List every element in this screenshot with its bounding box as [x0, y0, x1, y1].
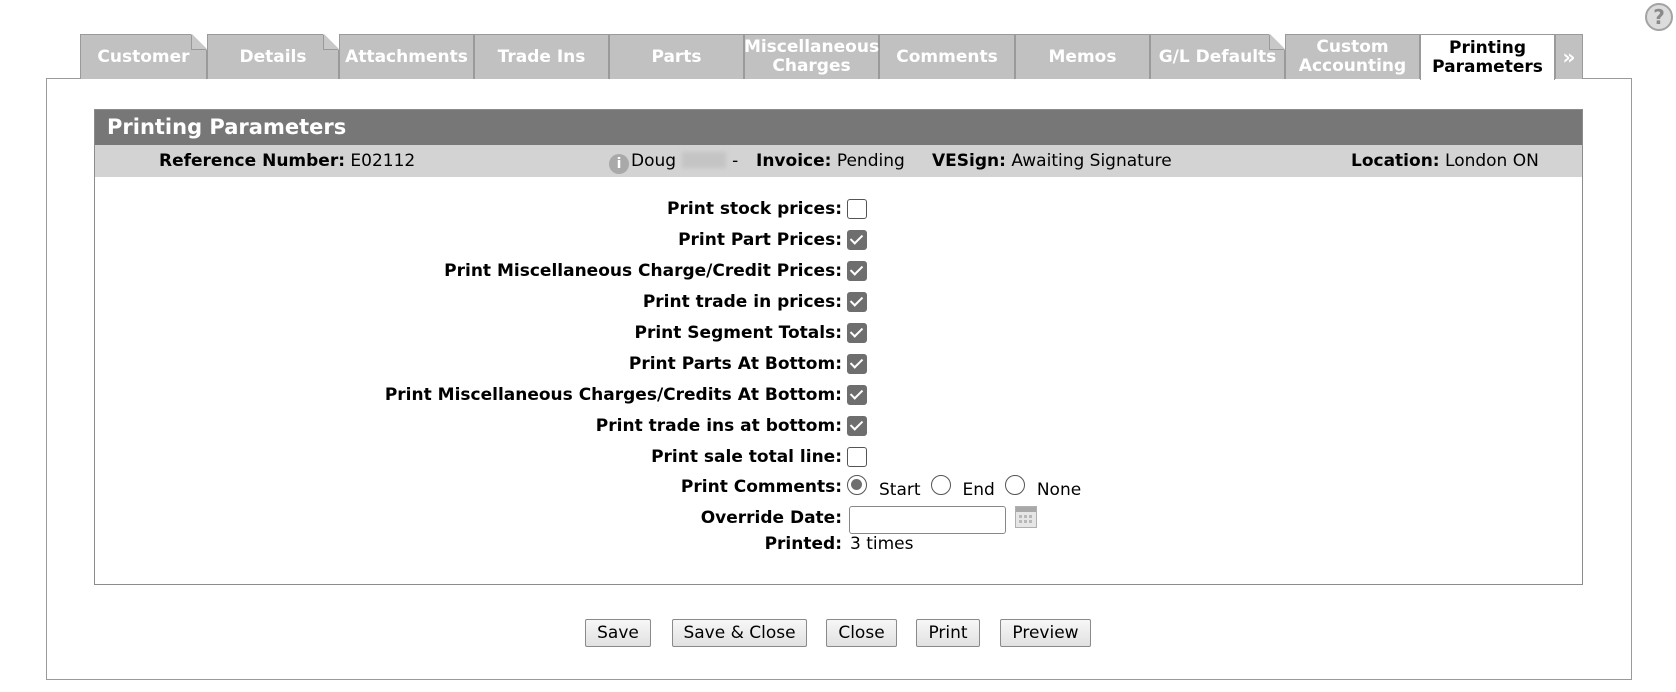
- vesign-value: Awaiting Signature: [1011, 151, 1172, 171]
- print-misc-prices-label: Print Miscellaneous Charge/Credit Prices…: [444, 261, 842, 281]
- row-print-misc-bottom: Print Miscellaneous Charges/Credits At B…: [95, 381, 1584, 412]
- location: Location: London ON: [1351, 145, 1539, 177]
- comments-none-radio[interactable]: [1004, 475, 1025, 495]
- print-trade-in-prices-label: Print trade in prices:: [642, 292, 842, 312]
- tab-label: Details: [239, 46, 307, 67]
- print-sale-total-label: Print sale total line:: [651, 447, 842, 467]
- print-comments-label: Print Comments:: [680, 477, 842, 497]
- fold-corner-icon: [323, 34, 339, 50]
- print-segment-totals-label: Print Segment Totals:: [634, 323, 842, 343]
- print-trade-ins-bottom-checkbox[interactable]: [847, 416, 867, 436]
- print-parts-bottom-label: Print Parts At Bottom:: [628, 354, 842, 374]
- print-misc-prices-checkbox[interactable]: [847, 261, 867, 281]
- printed-label: Printed:: [764, 534, 842, 554]
- help-icon[interactable]: ?: [1645, 3, 1673, 31]
- print-part-prices-label: Print Part Prices:: [678, 230, 842, 250]
- tab-label: Miscellaneous Charges: [743, 37, 880, 76]
- tab-label: Attachments: [345, 46, 468, 67]
- print-trade-in-prices-checkbox[interactable]: [847, 292, 867, 312]
- override-date-label: Override Date:: [700, 508, 842, 528]
- tab-label: Customer: [97, 46, 190, 67]
- tab-details[interactable]: Details: [207, 34, 339, 79]
- tab-trade-ins[interactable]: Trade Ins: [474, 34, 609, 79]
- row-print-sale-total: Print sale total line:: [95, 443, 1584, 474]
- preview-button[interactable]: Preview: [1000, 619, 1091, 647]
- reference-value: E02112: [350, 151, 416, 171]
- comments-end-radio[interactable]: [930, 475, 951, 495]
- row-print-misc-prices: Print Miscellaneous Charge/Credit Prices…: [95, 257, 1584, 288]
- print-sale-total-checkbox[interactable]: [847, 447, 867, 467]
- row-print-stock-prices: Print stock prices:: [95, 195, 1584, 226]
- tab-label: G/L Defaults: [1158, 46, 1277, 67]
- print-button[interactable]: Print: [916, 619, 980, 647]
- tab-label: Memos: [1048, 46, 1117, 67]
- comments-start-label: Start: [879, 480, 921, 500]
- tab-more-chevron-icon[interactable]: »: [1555, 34, 1583, 79]
- fold-corner-icon: [191, 34, 207, 50]
- tab-memos[interactable]: Memos: [1015, 34, 1150, 79]
- calendar-icon[interactable]: [1015, 506, 1037, 528]
- info-bar: Reference Number: E02112 i Doug - Invoice:…: [95, 145, 1582, 177]
- comments-none-label: None: [1036, 480, 1082, 500]
- info-icon[interactable]: i: [609, 154, 629, 174]
- print-misc-bottom-checkbox[interactable]: [847, 385, 867, 405]
- row-print-comments: Print Comments: Start End None: [95, 473, 1584, 504]
- location-label: Location:: [1351, 151, 1440, 171]
- row-print-part-prices: Print Part Prices:: [95, 226, 1584, 257]
- reference-label: Reference Number:: [159, 151, 346, 171]
- row-print-trade-ins-bottom: Print trade ins at bottom:: [95, 412, 1584, 443]
- vesign-status: VESign: Awaiting Signature: [932, 145, 1172, 177]
- vesign-label: VESign:: [932, 151, 1006, 171]
- row-print-parts-bottom: Print Parts At Bottom:: [95, 350, 1584, 381]
- row-printed: Printed: 3 times: [95, 530, 1584, 561]
- print-comments-radio-group: Start End None: [847, 475, 1091, 500]
- customer-name: Doug: [631, 151, 677, 171]
- tab-label: »: [1562, 44, 1576, 69]
- invoice-value: Pending: [836, 151, 905, 171]
- tab-gl-defaults[interactable]: G/L Defaults: [1150, 34, 1285, 79]
- print-trade-ins-bottom-label: Print trade ins at bottom:: [595, 416, 842, 436]
- print-parts-bottom-checkbox[interactable]: [847, 354, 867, 374]
- comments-start-radio[interactable]: [847, 475, 867, 495]
- tab-label: Parts: [651, 46, 702, 67]
- tab-custom-accounting[interactable]: Custom Accounting: [1285, 34, 1420, 79]
- row-print-segment-totals: Print Segment Totals:: [95, 319, 1584, 350]
- print-stock-prices-label: Print stock prices:: [667, 199, 842, 219]
- reference-number: Reference Number: E02112: [159, 145, 415, 177]
- tab-label: Custom Accounting: [1298, 37, 1407, 76]
- tab-comments[interactable]: Comments: [879, 34, 1015, 79]
- save-button[interactable]: Save: [585, 619, 651, 647]
- fold-corner-icon: [1269, 34, 1285, 50]
- redacted-name: [682, 152, 727, 168]
- tab-label: Trade Ins: [497, 46, 586, 67]
- panel-title: Printing Parameters: [95, 110, 1582, 145]
- printing-parameters-panel: Printing Parameters Reference Number: E0…: [94, 109, 1583, 585]
- tab-parts[interactable]: Parts: [609, 34, 744, 79]
- row-print-trade-in-prices: Print trade in prices:: [95, 288, 1584, 319]
- print-part-prices-checkbox[interactable]: [847, 230, 867, 250]
- print-segment-totals-checkbox[interactable]: [847, 323, 867, 343]
- separator: -: [732, 151, 739, 171]
- tab-printing-parameters[interactable]: Printing Parameters: [1420, 34, 1555, 80]
- print-stock-prices-checkbox[interactable]: [847, 199, 867, 219]
- save-close-button[interactable]: Save & Close: [672, 619, 807, 647]
- customer-info: i Doug -: [609, 145, 738, 177]
- invoice-status: Invoice: Pending: [756, 145, 905, 177]
- tab-miscellaneous-charges[interactable]: Miscellaneous Charges: [744, 34, 879, 79]
- invoice-label: Invoice:: [756, 151, 832, 171]
- print-misc-bottom-label: Print Miscellaneous Charges/Credits At B…: [384, 385, 842, 405]
- tab-customer[interactable]: Customer: [80, 34, 207, 79]
- location-value: London ON: [1445, 151, 1539, 171]
- comments-end-label: End: [962, 480, 995, 500]
- tab-attachments[interactable]: Attachments: [339, 34, 474, 79]
- close-button[interactable]: Close: [826, 619, 897, 647]
- printed-value: 3 times: [850, 534, 914, 554]
- tab-label: Printing Parameters: [1432, 37, 1543, 77]
- tab-label: Comments: [896, 46, 998, 67]
